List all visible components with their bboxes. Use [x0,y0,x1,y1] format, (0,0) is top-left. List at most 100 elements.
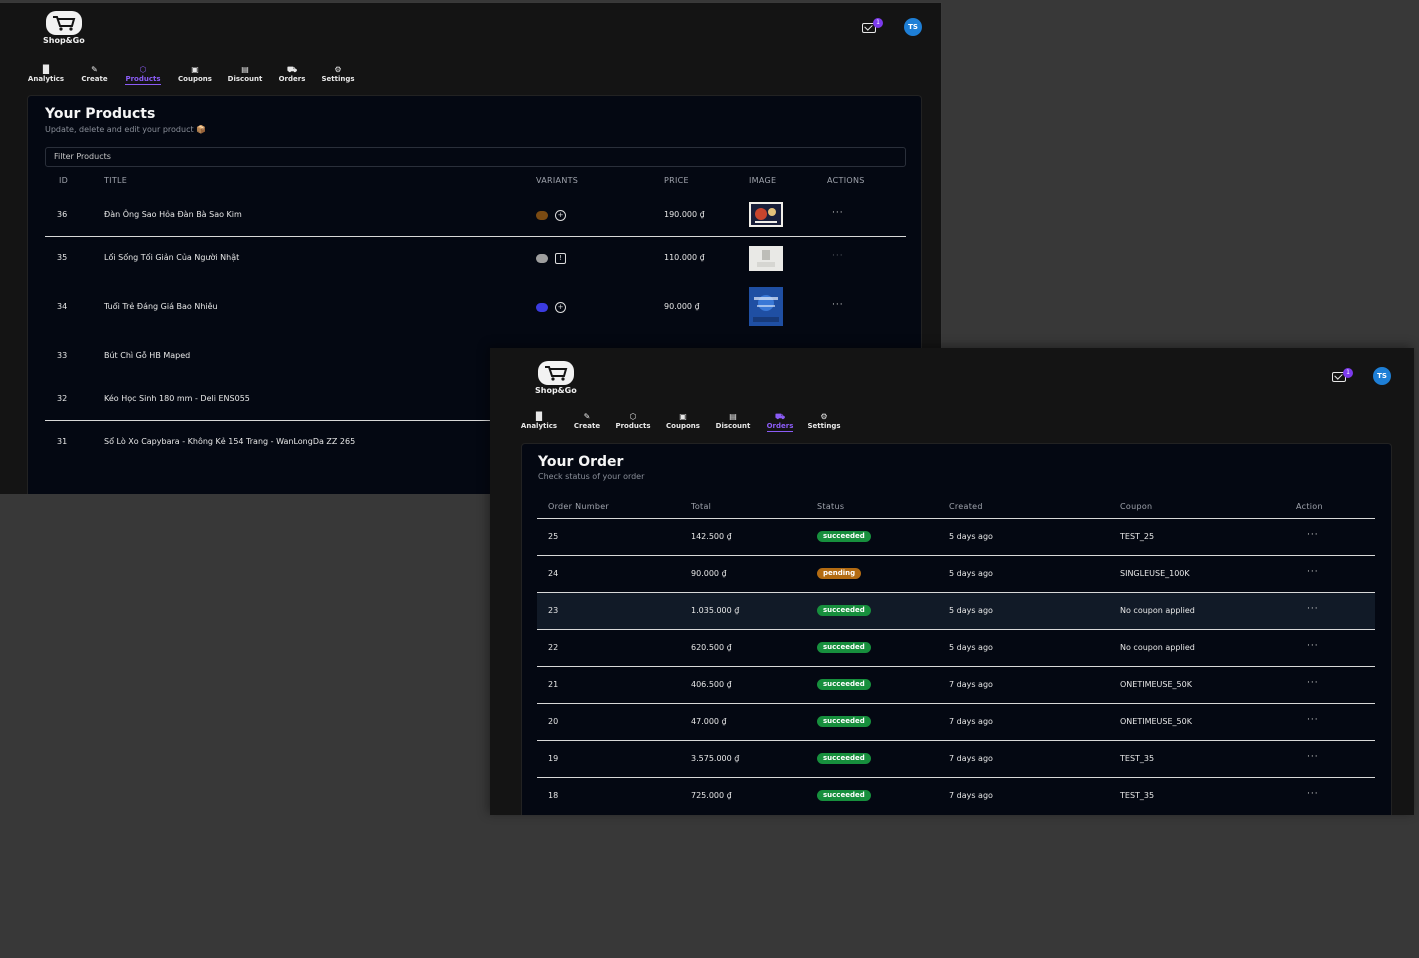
order-number[interactable]: 19 [548,754,558,763]
col-action[interactable]: Action [1296,502,1323,511]
product-title[interactable]: Lối Sống Tối Giản Của Người Nhật [104,253,239,262]
bar-chart-icon: ▐▌ [39,65,53,74]
row-divider [537,666,1375,667]
row-actions-button[interactable]: ··· [832,300,844,310]
col-variants[interactable]: VARIANTS [536,176,578,185]
variant-edit-icon[interactable]: ! [555,253,566,264]
col-status[interactable]: Status [817,502,844,511]
product-title[interactable]: Sổ Lò Xo Capybara - Không Kẻ 154 Trang -… [104,437,355,446]
page-subtitle: Check status of your order [538,472,645,481]
tab-orders[interactable]: ⛟ Orders [765,412,795,432]
product-image [749,246,783,271]
col-total[interactable]: Total [691,502,711,511]
order-total: 725.000 ₫ [691,791,732,800]
order-number[interactable]: 23 [548,606,558,615]
col-order-number[interactable]: Order Number [548,502,609,511]
order-total: 47.000 ₫ [691,717,727,726]
status-badge: succeeded [817,753,871,764]
order-action-button[interactable]: ··· [1307,715,1319,725]
ticket-icon: ▣ [191,65,199,74]
edit-icon: ✎ [91,65,98,74]
row-actions-button[interactable]: ··· [832,208,844,218]
tab-analytics[interactable]: ▐▌ Analytics [520,412,558,432]
order-action-button[interactable]: ··· [1307,641,1319,651]
order-action-button[interactable]: ··· [1307,752,1319,762]
cart-logo-icon [45,11,82,35]
product-title[interactable]: Kéo Học Sinh 180 mm - Deli ENS055 [104,394,250,403]
order-number[interactable]: 20 [548,717,558,726]
order-number[interactable]: 18 [548,791,558,800]
order-number[interactable]: 24 [548,569,558,578]
col-image[interactable]: IMAGE [749,176,776,185]
tab-coupons[interactable]: ▣ Coupons [664,412,702,432]
variant-color-swatch[interactable] [536,254,548,263]
row-divider [537,703,1375,704]
orders-window: Shop&Go 1 TS ▐▌ Analytics ✎ Create ⬡ Produc… [490,348,1414,815]
tab-analytics[interactable]: ▐▌ Analytics [27,65,65,85]
discount-ticket-icon: ▤ [729,412,737,421]
order-coupon: SINGLEUSE_100K [1120,569,1190,578]
status-badge: succeeded [817,605,871,616]
order-total: 620.500 ₫ [691,643,732,652]
variant-color-swatch[interactable] [536,211,548,220]
row-divider [537,740,1375,741]
add-variant-icon[interactable]: + [555,210,566,221]
tab-discount[interactable]: ▤ Discount [713,412,753,432]
col-price[interactable]: PRICE [664,176,689,185]
col-id[interactable]: ID [59,176,68,185]
order-action-button[interactable]: ··· [1307,530,1319,540]
row-actions-button[interactable]: ··· [832,251,844,261]
order-created: 5 days ago [949,569,993,578]
page-title: Your Products [45,106,156,122]
tab-settings[interactable]: ⚙ Settings [318,65,358,85]
product-title[interactable]: Bút Chì Gỗ HB Maped [104,351,190,360]
brand-logo[interactable]: Shop&Go [43,11,85,45]
page-subtitle: Update, delete and edit your product 📦 [45,125,207,134]
col-created[interactable]: Created [949,502,983,511]
tab-coupons[interactable]: ▣ Coupons [174,65,216,85]
add-variant-icon[interactable]: + [555,302,566,313]
col-actions[interactable]: ACTIONS [827,176,865,185]
order-action-button[interactable]: ··· [1307,789,1319,799]
tab-products[interactable]: ⬡ Products [614,412,652,432]
box-icon: ⬡ [139,65,147,74]
tab-orders[interactable]: ⛟ Orders [272,65,312,85]
tab-create[interactable]: ✎ Create [570,412,604,432]
tab-products[interactable]: ⬡ Products [122,65,164,85]
order-total: 90.000 ₫ [691,569,727,578]
order-coupon: TEST_25 [1120,532,1155,541]
status-badge: pending [817,568,862,579]
product-image [749,202,783,227]
product-title[interactable]: Đàn Ông Sao Hỏa Đàn Bà Sao Kim [104,210,242,219]
tab-settings[interactable]: ⚙ Settings [806,412,842,432]
order-created: 7 days ago [949,754,993,763]
tab-create[interactable]: ✎ Create [74,65,115,85]
order-coupon: No coupon applied [1120,606,1195,615]
order-number[interactable]: 21 [548,680,558,689]
product-price: 110.000 ₫ [664,253,705,262]
order-created: 5 days ago [949,643,993,652]
avatar[interactable]: TS [1373,367,1391,385]
brand-logo[interactable]: Shop&Go [535,361,577,395]
order-action-button[interactable]: ··· [1307,567,1319,577]
bar-chart-icon: ▐▌ [532,412,546,421]
main-nav: ▐▌ Analytics ✎ Create ⬡ Products ▣ Coupons ▤… [27,65,358,85]
col-title[interactable]: TITLE [104,176,127,185]
filter-products-input[interactable]: Filter Products [45,147,906,167]
discount-ticket-icon: ▤ [241,65,249,74]
product-price: 90.000 ₫ [664,302,700,311]
order-number[interactable]: 25 [548,532,558,541]
order-coupon: ONETIMEUSE_50K [1120,680,1192,689]
avatar[interactable]: TS [904,18,922,36]
tab-discount[interactable]: ▤ Discount [222,65,268,85]
order-number[interactable]: 22 [548,643,558,652]
variant-color-swatch[interactable] [536,303,548,312]
row-divider [45,236,906,237]
product-title[interactable]: Tuổi Trẻ Đáng Giá Bao Nhiêu [104,302,218,311]
truck-icon: ⛟ [286,65,298,74]
order-created: 7 days ago [949,680,993,689]
order-action-button[interactable]: ··· [1307,678,1319,688]
order-action-button[interactable]: ··· [1307,604,1319,614]
order-coupon: TEST_35 [1120,754,1155,763]
col-coupon[interactable]: Coupon [1120,502,1152,511]
